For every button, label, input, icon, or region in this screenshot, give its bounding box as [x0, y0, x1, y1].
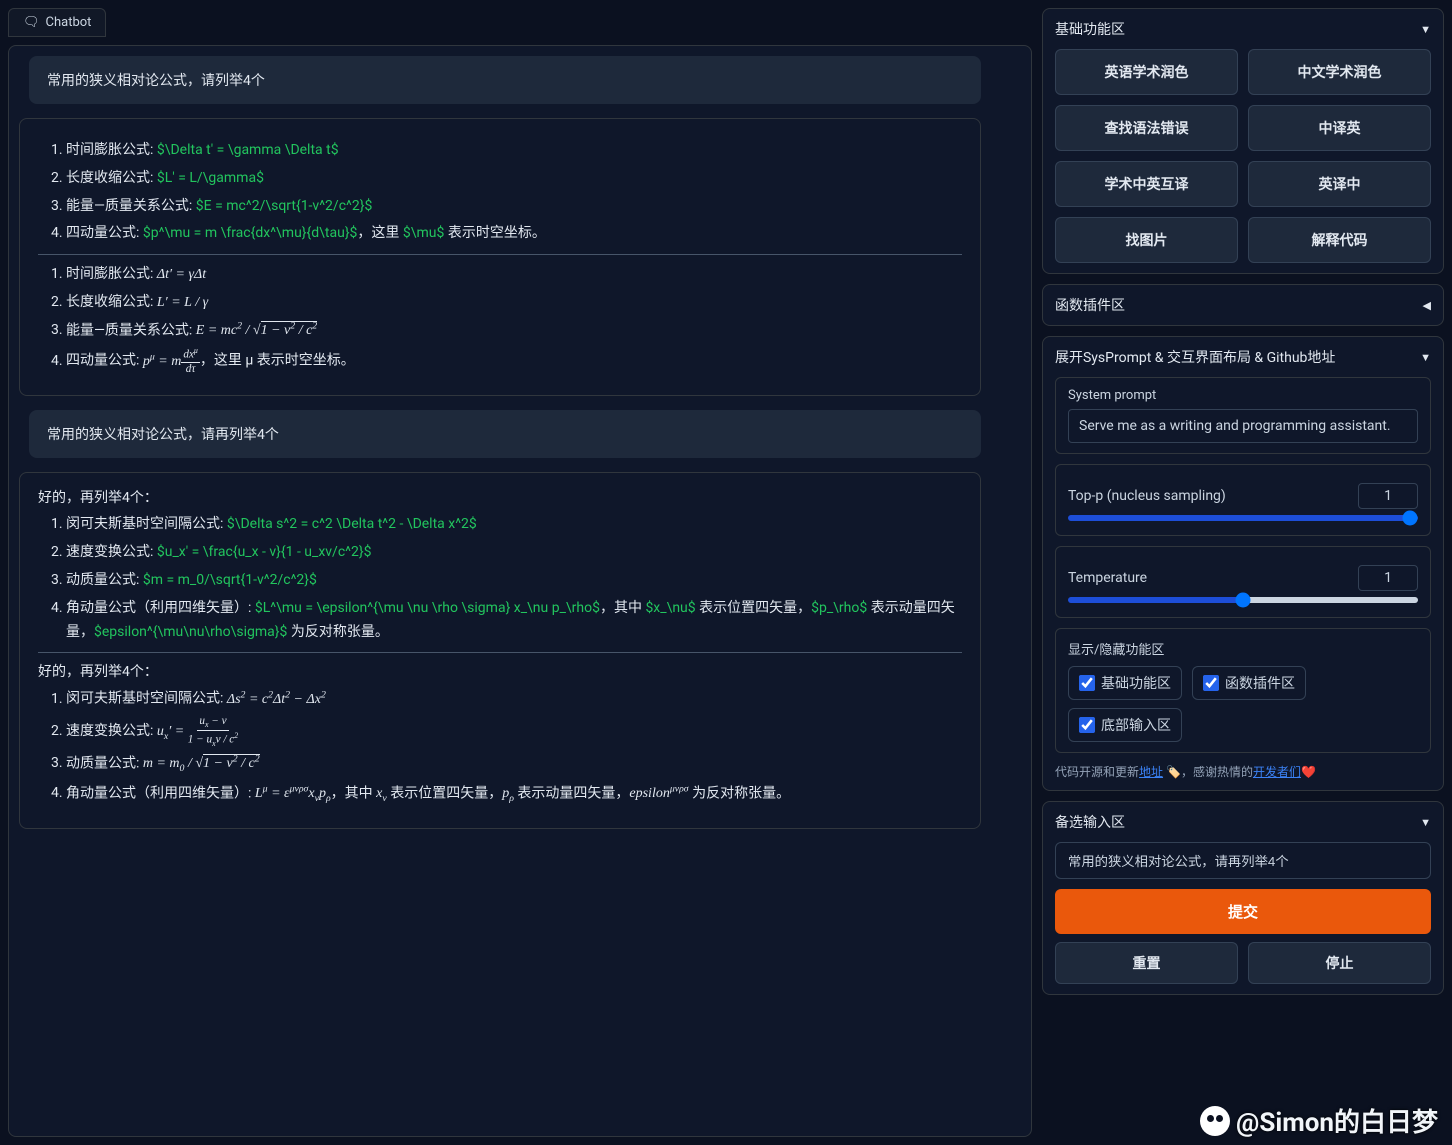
temperature-label: Temperature: [1068, 570, 1348, 586]
chk-plugin-area-input[interactable]: [1203, 675, 1219, 691]
fn-find-image[interactable]: 找图片: [1055, 217, 1238, 263]
fn-chinese-polish[interactable]: 中文学术润色: [1248, 49, 1431, 95]
visibility-label: 显示/隐藏功能区: [1068, 639, 1418, 658]
fn-grammar-check[interactable]: 查找语法错误: [1055, 105, 1238, 151]
chevron-down-icon: ▼: [1420, 351, 1431, 364]
divider: [38, 652, 962, 653]
plugin-area-header[interactable]: 函数插件区 ◀: [1055, 295, 1431, 315]
temperature-block: Temperature 1: [1055, 546, 1431, 618]
topp-block: Top-p (nucleus sampling) 1: [1055, 464, 1431, 536]
alt-input-field[interactable]: [1055, 842, 1431, 879]
chevron-left-icon: ◀: [1423, 299, 1431, 312]
topp-label: Top-p (nucleus sampling): [1068, 488, 1348, 504]
submit-button[interactable]: 提交: [1055, 889, 1431, 934]
user-message: 常用的狭义相对论公式，请列举4个: [29, 56, 981, 104]
formula-list-rendered: 时间膨胀公式: Δt′ = γΔt 长度收缩公式: L′ = L / γ 能量—…: [38, 263, 962, 375]
system-prompt-field[interactable]: Serve me as a writing and programming as…: [1068, 409, 1418, 443]
fn-zh-to-en[interactable]: 中译英: [1248, 105, 1431, 151]
formula-list-raw: 时间膨胀公式: $\Delta t' = \gamma \Delta t$ 长度…: [38, 139, 962, 246]
basic-area-title: 基础功能区: [1055, 19, 1125, 39]
chat-history[interactable]: 常用的狭义相对论公式，请列举4个 时间膨胀公式: $\Delta t' = \g…: [8, 45, 1032, 1137]
temperature-slider[interactable]: [1068, 597, 1418, 603]
basic-area-header[interactable]: 基础功能区 ▼: [1055, 19, 1431, 39]
topp-slider[interactable]: [1068, 515, 1418, 521]
system-prompt-label: System prompt: [1068, 388, 1418, 403]
chevron-down-icon: ▼: [1420, 23, 1431, 36]
user-message-text: 常用的狭义相对论公式，请列举4个: [47, 73, 265, 89]
chk-plugin-area[interactable]: 函数插件区: [1192, 666, 1306, 700]
alt-input-panel: 备选输入区 ▼ 提交 重置 停止: [1042, 801, 1444, 995]
assistant-message: 好的，再列举4个： 闵可夫斯基时空间隔公式: $\Delta s^2 = c^2…: [19, 472, 981, 829]
fn-english-polish[interactable]: 英语学术润色: [1055, 49, 1238, 95]
chevron-down-icon: ▼: [1420, 816, 1431, 829]
chk-basic-area-input[interactable]: [1079, 675, 1095, 691]
assistant-message: 时间膨胀公式: $\Delta t' = \gamma \Delta t$ 长度…: [19, 118, 981, 396]
alt-input-header[interactable]: 备选输入区 ▼: [1055, 812, 1431, 832]
chk-bottom-input[interactable]: 底部输入区: [1068, 708, 1182, 742]
fn-explain-code[interactable]: 解释代码: [1248, 217, 1431, 263]
user-message-text: 常用的狭义相对论公式，请再列举4个: [47, 427, 279, 443]
topp-value[interactable]: 1: [1358, 483, 1418, 509]
link-devs[interactable]: 开发者们: [1253, 765, 1301, 779]
plugin-area-panel: 函数插件区 ◀: [1042, 284, 1444, 326]
divider: [38, 254, 962, 255]
chk-basic-area[interactable]: 基础功能区: [1068, 666, 1182, 700]
stop-button[interactable]: 停止: [1248, 942, 1431, 984]
reset-button[interactable]: 重置: [1055, 942, 1238, 984]
fn-academic-translate[interactable]: 学术中英互译: [1055, 161, 1238, 207]
user-message: 常用的狭义相对论公式，请再列举4个: [29, 410, 981, 458]
formula-list-raw: 闵可夫斯基时空间隔公式: $\Delta s^2 = c^2 \Delta t^…: [38, 513, 962, 644]
system-prompt-block: System prompt Serve me as a writing and …: [1055, 377, 1431, 454]
chk-bottom-input-input[interactable]: [1079, 717, 1095, 733]
tab-chatbot[interactable]: 🗨 Chatbot: [8, 8, 106, 37]
formula-list-rendered: 闵可夫斯基时空间隔公式: Δs2 = c2Δt2 − Δx2 速度变换公式: u…: [38, 687, 962, 808]
tab-chatbot-label: Chatbot: [46, 15, 92, 30]
alt-input-title: 备选输入区: [1055, 812, 1125, 832]
sysprompt-header[interactable]: 展开SysPrompt & 交互界面布局 & Github地址 ▼: [1055, 347, 1431, 367]
temperature-value[interactable]: 1: [1358, 565, 1418, 591]
fn-en-to-zh[interactable]: 英译中: [1248, 161, 1431, 207]
visibility-block: 显示/隐藏功能区 基础功能区 函数插件区 底部输入区: [1055, 628, 1431, 753]
basic-area-panel: 基础功能区 ▼ 英语学术润色 中文学术润色 查找语法错误 中译英 学术中英互译 …: [1042, 8, 1444, 274]
sysprompt-panel: 展开SysPrompt & 交互界面布局 & Github地址 ▼ System…: [1042, 336, 1444, 791]
footer-note: 代码开源和更新地址 🏷️，感谢热情的开发者们❤️: [1055, 763, 1431, 780]
plugin-area-title: 函数插件区: [1055, 295, 1125, 315]
chat-icon: 🗨: [23, 15, 40, 30]
link-repo[interactable]: 地址: [1139, 765, 1163, 779]
sysprompt-title: 展开SysPrompt & 交互界面布局 & Github地址: [1055, 347, 1335, 367]
